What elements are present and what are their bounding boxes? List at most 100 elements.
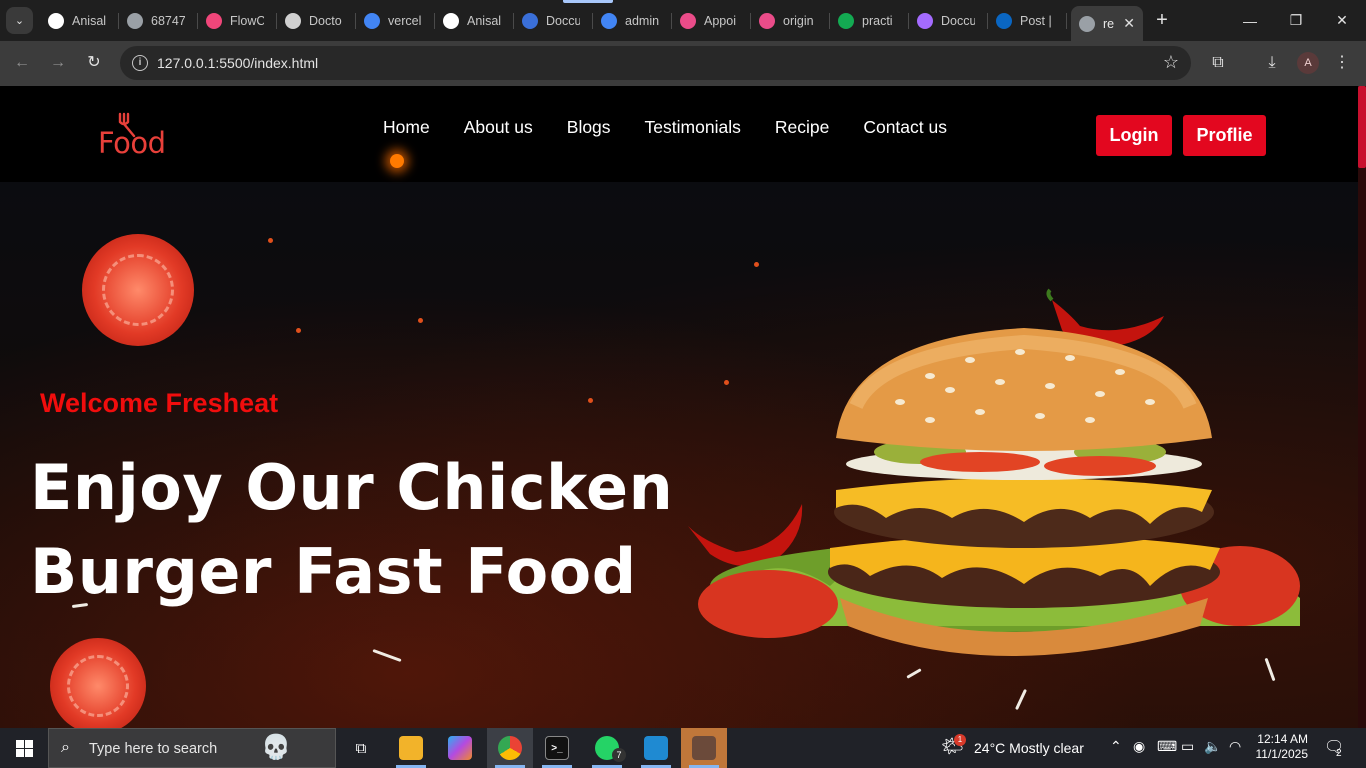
search-highlight-icon: 💀	[261, 734, 291, 761]
menu-kebab-icon[interactable]: ⋮	[1331, 52, 1353, 74]
mongodb-icon	[838, 12, 854, 29]
main-nav: Home About us Blogs Testimonials Recipe …	[383, 117, 947, 138]
maximize-icon[interactable]: ❐	[1273, 0, 1319, 41]
linkedin-icon	[996, 12, 1012, 29]
nav-testimonials[interactable]: Testimonials	[645, 117, 741, 138]
browser-tab[interactable]: Anisal	[40, 0, 119, 41]
vite-icon	[917, 12, 933, 29]
chatgpt-icon	[285, 12, 301, 29]
reload-icon[interactable]: ↻	[82, 51, 106, 75]
profile-button[interactable]: Proflie	[1183, 115, 1266, 156]
minimize-icon[interactable]: —	[1227, 0, 1273, 41]
bookmark-star-icon[interactable]: ☆	[1163, 52, 1179, 73]
windows-taskbar: ⌕ Type here to search 💀 ⧉ >_ 7 🌤 1 24°C …	[0, 728, 1366, 768]
profile-avatar[interactable]: A	[1297, 52, 1319, 74]
browser-tab[interactable]: vercel	[356, 0, 435, 41]
tab-title: origin	[783, 13, 814, 28]
tab-search-button[interactable]: ⌄	[6, 7, 33, 34]
site-header: Food Home About us Blogs Testimonials Re…	[0, 86, 1358, 182]
tab-title: Post |	[1020, 13, 1052, 28]
scrollbar-thumb[interactable]	[1358, 86, 1366, 168]
tab-title: Doccu	[941, 13, 975, 28]
login-button[interactable]: Login	[1096, 115, 1172, 156]
weather-text[interactable]: 24°C Mostly clear	[974, 740, 1084, 756]
tab-title: Appoi	[704, 13, 736, 28]
tab-title: Anisal	[467, 13, 501, 28]
nav-contact-us[interactable]: Contact us	[863, 117, 947, 138]
taskbar-search-box[interactable]: ⌕ Type here to search 💀	[48, 728, 336, 768]
close-tab-icon[interactable]: ✕	[1123, 15, 1135, 32]
taskbar-search-placeholder[interactable]: Type here to search	[89, 741, 217, 757]
new-tab-button[interactable]: +	[1150, 8, 1174, 32]
flowcv-icon	[206, 12, 222, 29]
chrome-icon	[498, 736, 522, 760]
browser-tab[interactable]: FlowC	[198, 0, 277, 41]
nav-recipe[interactable]: Recipe	[775, 117, 829, 138]
start-button[interactable]	[0, 728, 48, 768]
browser-tab-active[interactable]: re ✕	[1071, 6, 1143, 41]
ember-decoration	[588, 398, 593, 403]
browser-tab[interactable]: Appoi	[672, 0, 751, 41]
tomato-slice-image	[50, 638, 146, 728]
clock[interactable]: 12:14 AM 11/1/2025	[1252, 732, 1309, 762]
back-icon[interactable]: ←	[10, 51, 34, 75]
page-viewport: Food Home About us Blogs Testimonials Re…	[0, 86, 1366, 728]
browser-tab[interactable]: Doccu	[514, 0, 593, 41]
clock-date: 11/1/2025	[1255, 747, 1309, 761]
globe-icon	[127, 12, 143, 29]
search-icon: ⌕	[61, 739, 70, 756]
volume-icon[interactable]: 🔈	[1204, 738, 1221, 755]
browser-tab[interactable]: origin	[751, 0, 830, 41]
browser-tab[interactable]: Anisal	[435, 0, 514, 41]
taskbar-app-chrome[interactable]	[487, 728, 533, 768]
browser-tab[interactable]: Doccu	[909, 0, 988, 41]
tab-title: vercel	[388, 13, 422, 28]
tab-title: Docto	[309, 13, 342, 28]
taskbar-app-terminal[interactable]: >_	[534, 728, 580, 768]
url-text[interactable]: 127.0.0.1:5500/index.html	[157, 55, 318, 71]
taskbar-app-file-explorer[interactable]	[388, 728, 434, 768]
record-icon[interactable]: ◉	[1133, 738, 1145, 755]
site-info-icon[interactable]: i	[132, 55, 148, 71]
task-view-icon: ⧉	[355, 739, 367, 757]
tab-title: 68747	[151, 13, 185, 28]
browser-tab[interactable]: practi	[830, 0, 909, 41]
browser-tab[interactable]: Post |	[988, 0, 1067, 41]
ember-decoration	[754, 262, 759, 267]
taskbar-app-whatsapp[interactable]: 7	[584, 728, 630, 768]
notification-count: 2	[1336, 748, 1342, 759]
input-method-icon[interactable]: ⌨	[1157, 738, 1177, 755]
tab-title: admin	[625, 13, 659, 28]
vscode-icon	[644, 736, 668, 760]
wifi-icon[interactable]: ◠	[1229, 738, 1241, 755]
fork-icon	[118, 112, 136, 138]
ember-decoration	[268, 238, 273, 243]
chevron-up-icon[interactable]: ⌃	[1110, 738, 1122, 755]
nav-about-us[interactable]: About us	[464, 117, 533, 138]
tab-strip: Anisal 68747 FlowC Docto vercel Anisal Doccu ad…	[40, 0, 1143, 41]
browser-tab[interactable]: admin	[593, 0, 672, 41]
tab-title: practi	[862, 13, 893, 28]
address-bar[interactable]: i 127.0.0.1:5500/index.html ☆	[120, 46, 1191, 80]
browser-tab[interactable]: 68747	[119, 0, 198, 41]
task-view-button[interactable]: ⧉	[338, 728, 384, 768]
extensions-icon[interactable]: ⧉	[1207, 52, 1229, 74]
weather-badge: 1	[954, 734, 966, 746]
whatsapp-badge: 7	[612, 748, 626, 762]
download-icon[interactable]: ⤓	[1261, 52, 1283, 74]
terminal-icon: >_	[545, 736, 569, 760]
taskbar-app-copilot[interactable]	[437, 728, 483, 768]
github-icon	[48, 12, 64, 29]
browser-tab[interactable]: Docto	[277, 0, 356, 41]
taskbar-app-game[interactable]	[681, 728, 727, 768]
dribbble-icon	[759, 12, 775, 29]
nav-home[interactable]: Home	[383, 117, 430, 138]
page-scrollbar[interactable]	[1358, 86, 1366, 728]
nav-blogs[interactable]: Blogs	[567, 117, 611, 138]
taskbar-app-vscode[interactable]	[633, 728, 679, 768]
globe-icon	[1079, 15, 1095, 32]
battery-icon[interactable]: ▭	[1181, 738, 1194, 755]
forward-icon[interactable]: →	[46, 51, 70, 75]
tab-title: Anisal	[72, 13, 106, 28]
close-window-icon[interactable]: ✕	[1319, 0, 1365, 41]
